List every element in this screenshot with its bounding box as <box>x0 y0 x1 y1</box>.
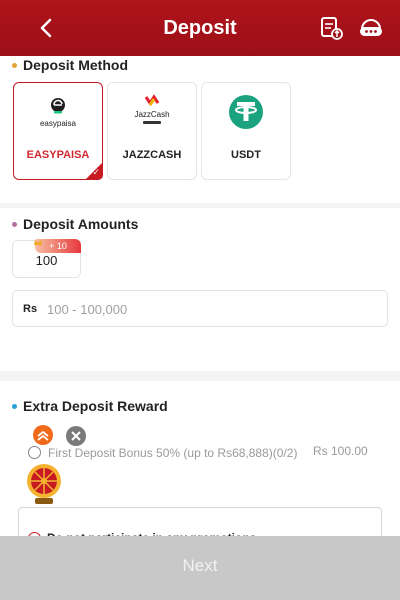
heading-dot-icon <box>12 62 17 68</box>
top-bar: Deposit <box>0 0 400 56</box>
close-icon[interactable] <box>65 425 87 447</box>
deposit-amounts-title: Deposit Amounts <box>23 216 139 232</box>
expand-up-icon[interactable] <box>32 424 54 446</box>
jazzcash-logo-icon: JazzCash <box>108 93 196 131</box>
crown-icon <box>34 240 42 245</box>
customer-service-icon[interactable] <box>357 14 385 42</box>
heading-dot-icon <box>12 403 17 409</box>
method-jazzcash[interactable]: JazzCash JAZZCASH <box>107 82 197 180</box>
bonus-option-label: First Deposit Bonus 50% (up to Rs68,888)… <box>48 446 298 460</box>
extra-reward-heading: Extra Deposit Reward <box>12 398 168 414</box>
extra-reward-title: Extra Deposit Reward <box>23 398 168 414</box>
method-label: EASYPAISA <box>26 149 90 161</box>
method-easypaisa[interactable]: easypaisa EASYPAISA ✓ <box>13 82 103 180</box>
next-button-label: Next <box>182 556 218 575</box>
currency-label: Rs <box>23 303 38 315</box>
method-label: USDT <box>231 149 261 161</box>
amount-value: 100 <box>35 253 58 268</box>
amount-chip[interactable]: + 10 100 <box>12 239 81 278</box>
deposit-history-icon[interactable] <box>318 14 346 42</box>
svg-text:JazzCash: JazzCash <box>134 110 169 119</box>
deposit-method-title: Deposit Method <box>23 57 128 73</box>
bonus-option-amount: Rs 100.00 <box>313 444 368 458</box>
method-usdt[interactable]: USDT <box>201 82 291 180</box>
checkmark-icon: ✓ <box>92 167 100 177</box>
easypaisa-logo-icon: easypaisa <box>14 93 102 131</box>
method-label: JAZZCASH <box>122 149 182 161</box>
bonus-text: + 10 <box>49 241 67 251</box>
amount-input[interactable]: Rs 100 - 100,000 <box>12 290 388 327</box>
page-title: Deposit <box>163 16 237 39</box>
deposit-amounts-heading: Deposit Amounts <box>12 216 138 232</box>
lucky-wheel-icon[interactable] <box>25 462 63 508</box>
tether-logo-icon <box>202 93 290 131</box>
next-button[interactable]: Next <box>0 536 400 596</box>
heading-dot-icon <box>12 221 17 227</box>
bonus-option-radio[interactable] <box>28 446 41 459</box>
svg-text:easypaisa: easypaisa <box>40 119 77 128</box>
back-arrow-icon[interactable] <box>30 12 60 44</box>
amount-placeholder: 100 - 100,000 <box>47 302 128 317</box>
deposit-method-heading: Deposit Method <box>12 57 128 73</box>
footer-bar: Next <box>0 536 400 600</box>
